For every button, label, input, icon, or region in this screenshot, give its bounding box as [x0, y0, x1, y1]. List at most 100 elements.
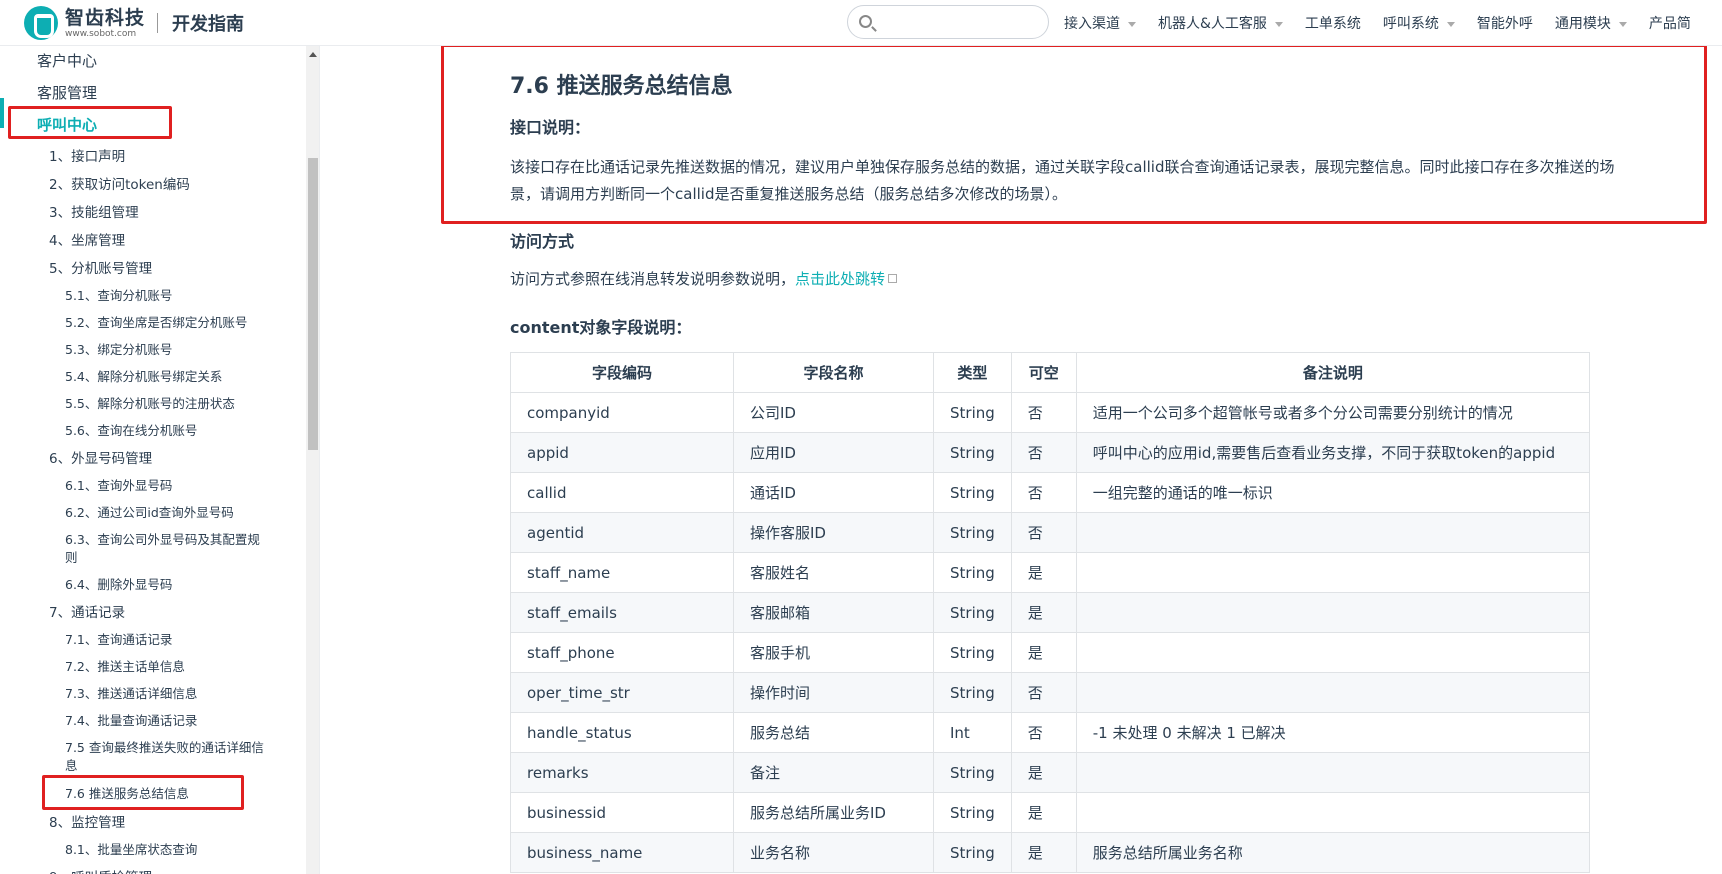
table-row: companyid 公司ID String 否适用一个公司多个超管帐号或者多个分公司需… [510, 392, 1591, 433]
sidebar-item-service-management[interactable]: 客服管理 [37, 82, 97, 103]
logo-divider [157, 13, 159, 33]
table-cell: 客服邮箱 [733, 592, 934, 633]
search-box[interactable] [847, 5, 1049, 39]
table-row: businessid 服务总结所属业务ID String 是 [510, 792, 1591, 833]
sidebar-item[interactable]: 8.1、批量坐席状态查询 [65, 839, 197, 858]
table-cell: agentid [510, 512, 734, 553]
sidebar-item[interactable]: 5.2、查询坐席是否绑定分机账号 [65, 312, 247, 331]
chevron-down-icon [1446, 21, 1455, 27]
sidebar-item[interactable]: 8、监控管理 [49, 811, 125, 831]
nav-label: 接入渠道 [1064, 16, 1120, 32]
sidebar-item-call-center[interactable]: 呼叫中心 [37, 114, 97, 135]
sidebar-item[interactable]: 6、外显号码管理 [49, 447, 152, 467]
sidebar-item[interactable]: 4、坐席管理 [49, 229, 125, 249]
external-link-icon [888, 274, 898, 283]
sidebar-item-wrap[interactable]: 则 [65, 547, 78, 566]
sidebar-item[interactable]: 1、接口声明 [49, 145, 125, 165]
sidebar-item[interactable]: 9、呼叫质检管理 [49, 866, 152, 874]
table-cell: 客服姓名 [733, 552, 934, 593]
table-cell: 是 [1010, 752, 1077, 793]
table-cell: handle_status [510, 712, 734, 753]
sidebar-item[interactable]: 2、获取访问token编码 [49, 173, 190, 193]
table-cell [1075, 552, 1591, 593]
nav-label: 通用模块 [1554, 16, 1611, 32]
table-cell: 是 [1010, 792, 1077, 833]
sidebar-item-current[interactable]: 7.6 推送服务总结信息 [65, 783, 189, 802]
sidebar-item[interactable]: 7.2、推送主话单信息 [65, 656, 185, 675]
table-cell: 否 [1010, 712, 1077, 753]
table-cell: String [933, 392, 1012, 433]
active-indicator [0, 98, 4, 128]
nav-label: 呼叫系统 [1382, 16, 1439, 32]
logo-name: 智齿科技 [65, 6, 146, 29]
sidebar-item[interactable]: 6.2、通过公司id查询外显号码 [65, 502, 234, 521]
sidebar-item-customer-center[interactable]: 客户中心 [37, 50, 97, 71]
logo[interactable]: 智齿科技 www.sobot.com 开发指南 [24, 4, 244, 42]
table-cell: 服务总结所属业务名称 [1075, 832, 1591, 873]
sidebar-item[interactable]: 6.1、查询外显号码 [65, 475, 172, 494]
main-content: 7.6 推送服务总结信息 接口说明： 该接口存在比通话记录先推送数据的情况，建议… [510, 46, 1722, 874]
table-cell: 服务总结所属业务ID [733, 792, 934, 833]
scroll-up-arrow-icon[interactable] [309, 52, 317, 57]
table-cell: String [933, 432, 1012, 473]
jump-link[interactable]: 点击此处跳转 [795, 270, 885, 288]
table-body: companyid 公司ID String 否适用一个公司多个超管帐号或者多个分公司需… [510, 392, 1591, 873]
table-cell: 适用一个公司多个超管帐号或者多个分公司需要分别统计的情况 [1075, 392, 1591, 433]
sidebar-item[interactable]: 5.3、绑定分机账号 [65, 339, 172, 358]
table-cell: String [933, 592, 1012, 633]
table-cell: businessid [510, 792, 734, 833]
table-cell: 应用ID [733, 432, 934, 473]
nav-item-channels[interactable]: 接入渠道 [1064, 13, 1136, 33]
column-header: 类型 [933, 352, 1012, 393]
nav-item-product[interactable]: 产品简 [1649, 13, 1691, 33]
table-cell: String [933, 552, 1012, 593]
site-title: 开发指南 [172, 14, 245, 35]
sidebar-item[interactable]: 3、技能组管理 [49, 201, 139, 221]
sidebar-item[interactable]: 5.5、解除分机账号的注册状态 [65, 393, 235, 412]
table-cell: appid [510, 432, 734, 473]
sidebar-item[interactable]: 7、通话记录 [49, 601, 125, 621]
table-cell: String [933, 472, 1012, 513]
sidebar-item[interactable]: 5.4、解除分机账号绑定关系 [65, 366, 222, 385]
table-cell: 是 [1010, 832, 1077, 873]
table-cell: staff_phone [510, 632, 734, 673]
sidebar-item[interactable]: 6.3、查询公司外显号码及其配置规 [65, 529, 260, 548]
access-text: 访问方式参照在线消息转发说明参数说明，点击此处跳转 [510, 266, 898, 293]
sidebar-item[interactable]: 7.4、批量查询通话记录 [65, 710, 197, 729]
column-header: 备注说明 [1075, 352, 1591, 393]
sidebar-scrollbar[interactable] [306, 46, 319, 874]
table-cell: 是 [1010, 632, 1077, 673]
sidebar-item-wrap[interactable]: 息 [65, 755, 78, 774]
search-input[interactable] [880, 10, 1040, 34]
sidebar-item[interactable]: 5.6、查询在线分机账号 [65, 420, 197, 439]
table-cell: 一组完整的通话的唯一标识 [1075, 472, 1591, 513]
nav-item-call-system[interactable]: 呼叫系统 [1383, 13, 1455, 33]
table-cell: String [933, 752, 1012, 793]
table-cell: String [933, 672, 1012, 713]
section-heading-content-fields: content对象字段说明： [510, 318, 692, 337]
nav-item-robot-service[interactable]: 机器人&人工客服 [1158, 13, 1283, 33]
table-cell: 通话ID [733, 472, 934, 513]
sidebar-item[interactable]: 7.5 查询最终推送失败的通话详细信 [65, 737, 264, 756]
table-cell: -1 未处理 0 未解决 1 已解决 [1075, 712, 1591, 753]
sidebar-item[interactable]: 6.4、删除外显号码 [65, 574, 172, 593]
top-header: 智齿科技 www.sobot.com 开发指南 接入渠道 机器人&人工客服 工单… [0, 0, 1722, 46]
chevron-down-icon [1128, 21, 1136, 27]
table-cell: business_name [510, 832, 734, 873]
nav-item-ticket-system[interactable]: 工单系统 [1305, 13, 1361, 33]
scrollbar-thumb[interactable] [308, 158, 318, 450]
nav-item-outbound[interactable]: 智能外呼 [1477, 13, 1533, 33]
table-cell [1075, 512, 1591, 553]
nav-label: 产品简 [1648, 16, 1691, 32]
nav-label: 工单系统 [1304, 16, 1361, 32]
nav-item-common[interactable]: 通用模块 [1555, 13, 1627, 33]
sidebar-item[interactable]: 5、分机账号管理 [49, 257, 152, 277]
table-cell: staff_name [510, 552, 734, 593]
sidebar-item[interactable]: 7.1、查询通话记录 [65, 629, 172, 648]
sidebar-item[interactable]: 7.3、推送通话详细信息 [65, 683, 197, 702]
table-cell: 否 [1010, 472, 1077, 513]
table-row: callid 通话ID String 否一组完整的通话的唯一标识 [510, 472, 1591, 513]
table-cell [1075, 752, 1591, 793]
sidebar-item[interactable]: 5.1、查询分机账号 [65, 285, 172, 304]
column-header: 字段编码 [510, 352, 734, 393]
